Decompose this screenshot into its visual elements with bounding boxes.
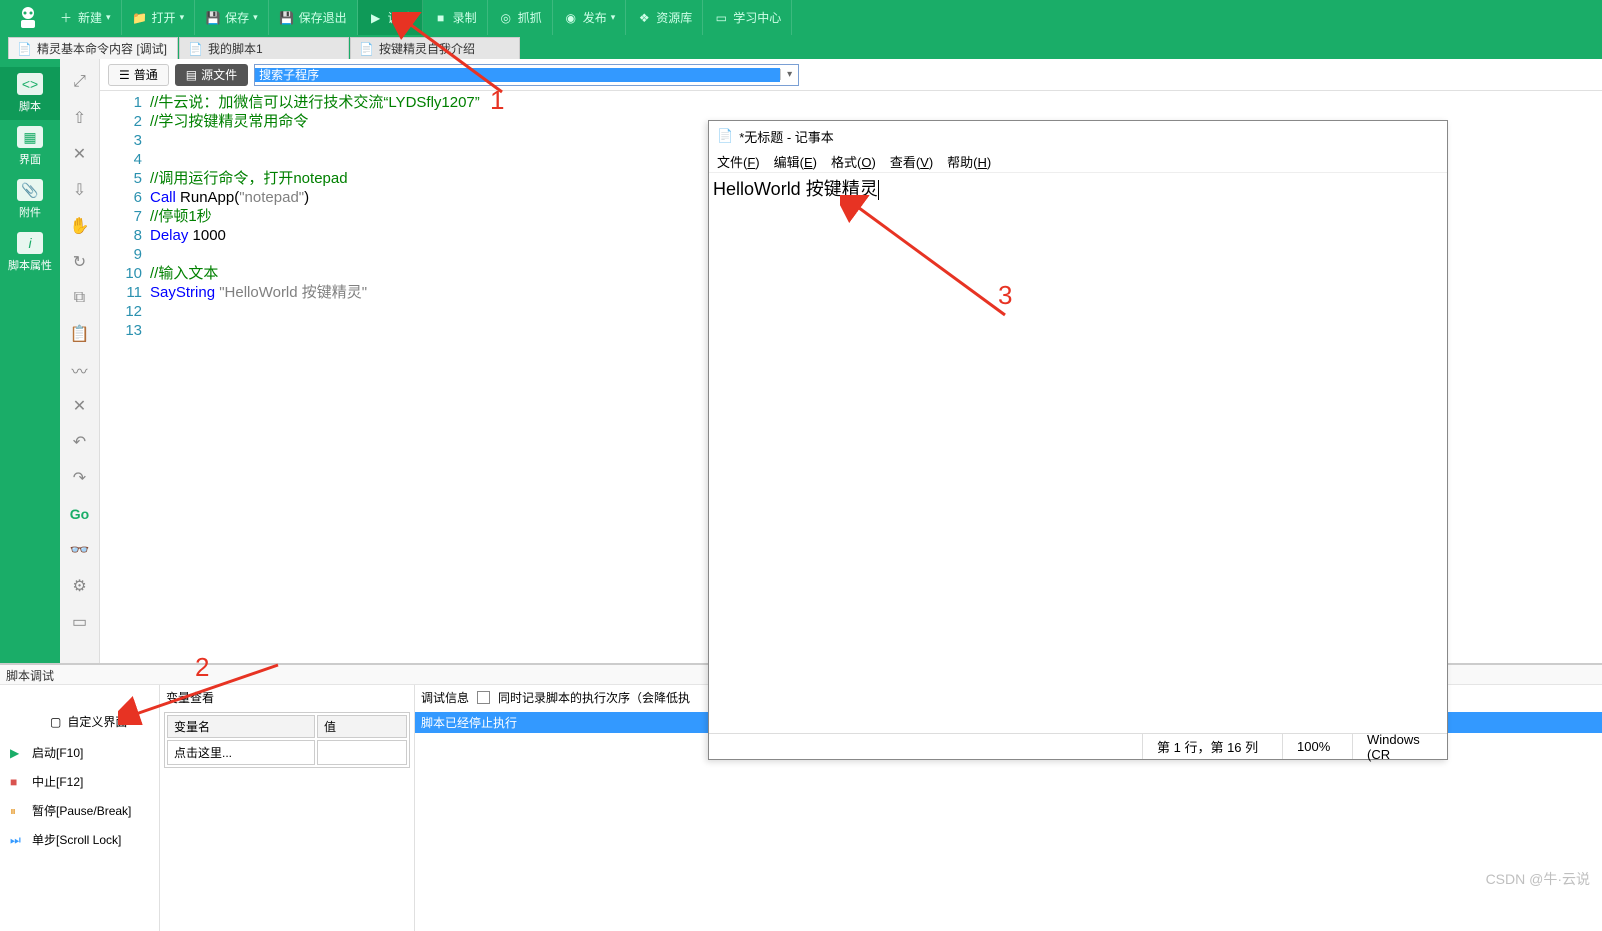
var-placeholder-cell[interactable]: 点击这里...	[167, 740, 315, 765]
record-button[interactable]: ■录制	[423, 0, 488, 35]
search-input[interactable]	[255, 68, 780, 82]
menu-format[interactable]: 格式(O)	[831, 152, 876, 171]
variable-watch: 变量查看 变量名值 点击这里...	[160, 685, 415, 931]
grab-button[interactable]: ◎抓抓	[488, 0, 553, 35]
step-icon: ⏭	[10, 833, 24, 847]
doc-icon: ▤	[186, 68, 197, 82]
new-button[interactable]: ＋新建▾	[48, 0, 122, 35]
code-icon: <>	[17, 73, 43, 95]
menu-help[interactable]: 帮助(H)	[947, 152, 991, 171]
book-icon: ▭	[713, 10, 729, 26]
notepad-titlebar[interactable]: 📄 *无标题 - 记事本	[709, 121, 1447, 151]
pause-icon: ⏸	[10, 804, 24, 818]
window-icon: ▢	[50, 715, 61, 729]
chevron-right-icon: ›	[133, 715, 137, 729]
var-name-header: 变量名	[167, 715, 315, 738]
play-icon: ▶	[368, 10, 384, 26]
watermark: CSDN @牛·云说	[1486, 869, 1590, 889]
tab-1[interactable]: 📄我的脚本1	[179, 37, 349, 59]
tab-2[interactable]: 📄按键精灵自我介绍	[350, 37, 520, 59]
redo-icon[interactable]: ↷	[67, 467, 93, 489]
custom-ui-button[interactable]: ▢ 自定义界面 ›	[0, 689, 159, 738]
find-replace-icon[interactable]: ⚙	[67, 575, 93, 597]
doc-icon: 📄	[359, 42, 373, 56]
stop-debug-button[interactable]: ■中止[F12]	[0, 767, 159, 796]
list-icon: ☰	[119, 68, 130, 82]
doc-icon: 📄	[17, 42, 31, 56]
plus-icon: ＋	[58, 10, 74, 26]
var-value-header: 值	[317, 715, 407, 738]
down-arrow-icon[interactable]: ⇩	[67, 179, 93, 201]
stop-icon: ■	[10, 775, 24, 789]
debug-button[interactable]: ▶调试	[358, 0, 423, 35]
learn-button[interactable]: ▭学习中心	[703, 0, 792, 35]
play-icon: ▶	[10, 746, 24, 760]
document-tabs: 📄精灵基本命令内容 [调试] 📄我的脚本1 📄按键精灵自我介绍	[0, 35, 1602, 59]
hand-icon[interactable]: ✋	[67, 215, 93, 237]
cursor-position: 第 1 行，第 16 列	[1142, 734, 1282, 759]
save-icon: 💾	[205, 10, 221, 26]
main-toolbar: ＋新建▾ 📁打开▾ 💾保存▾ 💾保存退出 ▶调试 ■录制 ◎抓抓 ◉发布▾ ❖资…	[0, 0, 1602, 35]
debug-commands: ▢ 自定义界面 › ▶启动[F10] ■中止[F12] ⏸暂停[Pause/Br…	[0, 685, 160, 931]
variable-table: 变量名值 点击这里...	[164, 712, 410, 768]
debug-info-title: 调试信息	[421, 689, 469, 706]
menu-view[interactable]: 查看(V)	[890, 152, 933, 171]
subprogram-search: ▾	[254, 64, 799, 86]
go-button[interactable]: Go	[67, 503, 93, 525]
start-debug-button[interactable]: ▶启动[F10]	[0, 738, 159, 767]
menu-file[interactable]: 文件(F)	[717, 152, 760, 171]
editor-toolbar: ☰普通 ▤源文件 ▾	[100, 59, 1602, 91]
publish-icon: ◉	[563, 10, 579, 26]
binoculars-icon[interactable]: 👓	[67, 539, 93, 561]
source-view-button[interactable]: ▤源文件	[175, 64, 248, 86]
strike-icon[interactable]: ✕	[67, 395, 93, 417]
step-debug-button[interactable]: ⏭单步[Scroll Lock]	[0, 825, 159, 854]
pause-debug-button[interactable]: ⏸暂停[Pause/Break]	[0, 796, 159, 825]
close-x-icon[interactable]: ✕	[67, 143, 93, 165]
up-arrow-icon[interactable]: ⇧	[67, 107, 93, 129]
doc-icon: 📄	[188, 42, 202, 56]
record-order-checkbox[interactable]	[477, 691, 490, 704]
wave-icon[interactable]: 〰	[67, 359, 93, 381]
copy-icon[interactable]: ⧉	[67, 287, 93, 309]
rectangle-icon[interactable]: ▭	[67, 611, 93, 633]
camera-icon: ■	[433, 10, 449, 26]
briefcase-icon: ❖	[636, 10, 652, 26]
info-icon: i	[17, 232, 43, 254]
refresh-icon[interactable]: ↻	[67, 251, 93, 273]
tab-0[interactable]: 📄精灵基本命令内容 [调试]	[8, 37, 178, 59]
notepad-window[interactable]: 📄 *无标题 - 记事本 文件(F) 编辑(E) 格式(O) 查看(V) 帮助(…	[708, 120, 1448, 760]
open-button[interactable]: 📁打开▾	[122, 0, 196, 35]
notepad-textarea[interactable]: HelloWorld 按键精灵	[709, 173, 1447, 733]
notepad-title: *无标题 - 记事本	[739, 127, 834, 146]
encoding-label: Windows (CR	[1352, 734, 1447, 759]
folder-icon: 📁	[132, 10, 148, 26]
paste-icon[interactable]: 📋	[67, 323, 93, 345]
resource-button[interactable]: ❖资源库	[626, 0, 703, 35]
record-order-label: 同时记录脚本的执行次序（会降低执	[498, 689, 690, 706]
text-caret	[878, 180, 879, 200]
sidebar-item-properties[interactable]: i脚本属性	[0, 226, 60, 279]
notepad-menubar: 文件(F) 编辑(E) 格式(O) 查看(V) 帮助(H)	[709, 151, 1447, 173]
grid-icon: ▦	[17, 126, 43, 148]
sidebar-item-ui[interactable]: ▦界面	[0, 120, 60, 173]
publish-button[interactable]: ◉发布▾	[553, 0, 627, 35]
zoom-level: 100%	[1282, 734, 1352, 759]
save-button[interactable]: 💾保存▾	[195, 0, 269, 35]
menu-edit[interactable]: 编辑(E)	[774, 152, 817, 171]
sidebar-item-attachment[interactable]: 📎附件	[0, 173, 60, 226]
normal-view-button[interactable]: ☰普通	[108, 64, 169, 86]
attach-icon: 📎	[17, 179, 43, 201]
expand-icon[interactable]: ⤢	[67, 71, 93, 93]
notepad-statusbar: 第 1 行，第 16 列 100% Windows (CR	[709, 733, 1447, 759]
grab-icon: ◎	[498, 10, 514, 26]
save-exit-button[interactable]: 💾保存退出	[269, 0, 358, 35]
notepad-icon: 📄	[717, 128, 733, 144]
save-exit-icon: 💾	[279, 10, 295, 26]
undo-icon[interactable]: ↶	[67, 431, 93, 453]
variable-watch-title: 变量查看	[160, 685, 414, 710]
app-logo	[8, 3, 48, 33]
sidebar-item-script[interactable]: <>脚本	[0, 67, 60, 120]
dropdown-icon[interactable]: ▾	[780, 69, 798, 80]
